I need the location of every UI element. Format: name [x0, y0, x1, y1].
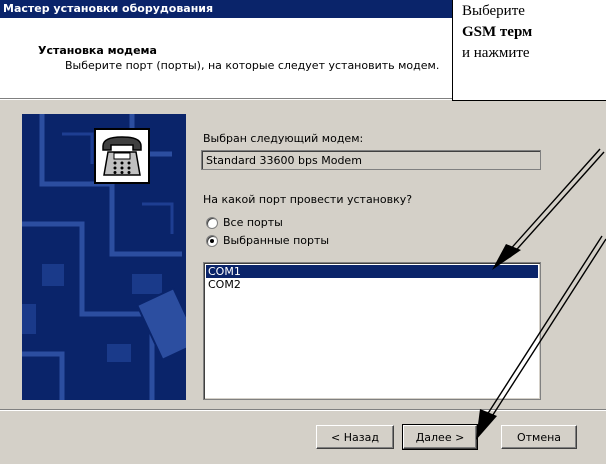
- wizard-banner: [22, 114, 186, 400]
- callout-line-1: Выберите: [462, 3, 525, 19]
- modem-field: Standard 33600 bps Modem: [201, 150, 541, 170]
- port-question: На какой порт провести установку?: [203, 193, 413, 206]
- radio-all-ports-button[interactable]: [206, 216, 218, 229]
- radio-selected-ports-label: Выбранные порты: [223, 234, 330, 247]
- port-listbox[interactable]: COM1 COM2: [203, 262, 541, 400]
- header-subtitle: Выберите порт (порты), на которые следуе…: [65, 59, 440, 72]
- next-button[interactable]: Далее >: [402, 424, 478, 450]
- back-button[interactable]: < Назад: [316, 425, 394, 449]
- telephone-icon: [94, 128, 150, 184]
- radio-all-ports-label: Все порты: [223, 216, 283, 229]
- radio-all-ports[interactable]: Все порты: [206, 216, 283, 229]
- port-list-item-com1[interactable]: COM1: [206, 265, 538, 278]
- callout-line-2: GSM терм: [462, 24, 533, 40]
- radio-selected-ports-button[interactable]: [206, 234, 218, 247]
- modem-label: Выбран следующий модем:: [203, 132, 364, 145]
- instruction-callout: Выберите GSM терм и нажмите: [452, 0, 606, 101]
- callout-line-3: и нажмите: [462, 45, 530, 61]
- cancel-button[interactable]: Отмена: [501, 425, 577, 449]
- radio-selected-ports[interactable]: Выбранные порты: [206, 234, 329, 247]
- port-list-item-com2[interactable]: COM2: [206, 278, 538, 291]
- footer-divider-highlight: [0, 410, 606, 411]
- header-title: Установка модема: [38, 44, 157, 57]
